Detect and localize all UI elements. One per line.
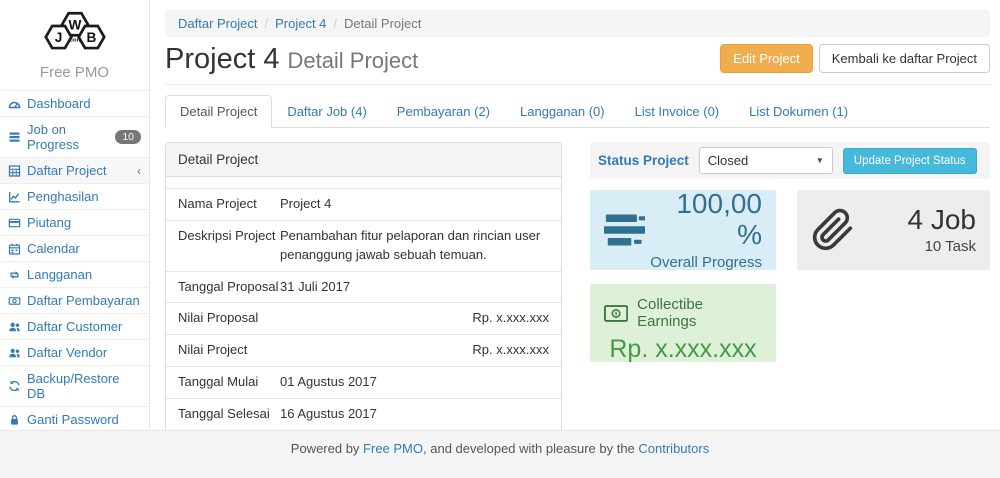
money-icon — [8, 295, 21, 307]
detail-row-tanggal-mulai: Tanggal Mulai 01 Agustus 2017 — [166, 366, 561, 398]
update-project-status-button[interactable]: Update Project Status — [843, 148, 977, 174]
table-icon — [8, 165, 21, 177]
tab-pembayaran[interactable]: Pembayaran (2) — [382, 95, 505, 128]
sidebar-menu: Dashboard Job on Progress 10 Daftar Proj… — [0, 90, 149, 459]
free-pmo-link[interactable]: Free PMO — [363, 441, 423, 456]
sidebar-item-label: Daftar Vendor — [27, 345, 107, 360]
tasks-count-label: 10 Task — [908, 238, 977, 255]
sidebar-item-calendar[interactable]: Calendar — [0, 236, 149, 262]
svg-text:B: B — [86, 30, 96, 45]
jobs-box: 4 Job 10 Task — [797, 190, 990, 270]
detail-row-tanggal-proposal: Tanggal Proposal 31 Juli 2017 — [166, 271, 561, 303]
banknote-icon — [604, 305, 628, 322]
sidebar-item-label: Calendar — [27, 241, 80, 256]
tab-list-invoice[interactable]: List Invoice (0) — [620, 95, 735, 128]
selected-status: Closed — [708, 153, 748, 168]
status-project-bar: Status Project Closed ▼ Update Project S… — [590, 142, 990, 179]
refresh-icon — [8, 380, 21, 392]
sidebar-item-penghasilan[interactable]: Penghasilan — [0, 184, 149, 210]
jwb-logo-icon: W J B .com — [31, 6, 119, 58]
sidebar-item-daftar-customer[interactable]: Daftar Customer — [0, 314, 149, 340]
detail-row-tanggal-selesai: Tanggal Selesai 16 Agustus 2017 — [166, 398, 561, 430]
app-logo[interactable]: W J B .com Free PMO — [0, 0, 149, 81]
breadcrumb: Daftar Project / Project 4 / Detail Proj… — [165, 10, 990, 37]
page-header: Project 4 Detail Project Edit Project Ke… — [165, 43, 990, 85]
job-count-badge: 10 — [115, 130, 141, 145]
chevron-left-icon: ‹ — [137, 165, 141, 177]
detail-row-deskripsi-project: Deskripsi Project Penambahan fitur pelap… — [166, 220, 561, 271]
breadcrumb-separator: / — [333, 16, 337, 31]
sidebar-item-label: Langganan — [27, 267, 92, 282]
tab-langganan[interactable]: Langganan (0) — [505, 95, 620, 128]
back-to-project-list-button[interactable]: Kembali ke daftar Project — [819, 44, 990, 73]
credit-card-icon — [8, 217, 21, 229]
tab-bar: Detail Project Daftar Job (4) Pembayaran… — [165, 95, 990, 128]
edit-project-button[interactable]: Edit Project — [720, 44, 812, 73]
svg-text:J: J — [54, 30, 62, 45]
calendar-icon — [8, 243, 21, 255]
brand-name: Free PMO — [0, 64, 149, 81]
breadcrumb-current: Detail Project — [344, 16, 421, 31]
users-icon — [8, 321, 21, 333]
tab-daftar-job[interactable]: Daftar Job (4) — [272, 95, 381, 128]
collectible-earnings-box: Collectibe Earnings Rp. x.xxx.xxx — [590, 284, 776, 362]
lock-icon — [8, 414, 21, 426]
sidebar-item-daftar-vendor[interactable]: Daftar Vendor — [0, 340, 149, 366]
svg-text:W: W — [68, 17, 81, 32]
earnings-value: Rp. x.xxx.xxx — [604, 335, 762, 364]
sidebar-item-job-on-progress[interactable]: Job on Progress 10 — [0, 117, 149, 158]
svg-text:.com: .com — [68, 38, 82, 44]
sidebar-item-piutang[interactable]: Piutang — [0, 210, 149, 236]
overall-progress-label: Overall Progress — [645, 254, 762, 271]
page-footer: Powered by Free PMO, and developed with … — [0, 430, 1000, 478]
sidebar-item-daftar-project[interactable]: Daftar Project ‹ — [0, 158, 149, 184]
sidebar-item-langganan[interactable]: Langganan — [0, 262, 149, 288]
breadcrumb-link-project-4[interactable]: Project 4 — [275, 16, 326, 31]
page-title: Project 4 — [165, 43, 279, 76]
status-project-select[interactable]: Closed ▼ — [699, 147, 833, 174]
sidebar-item-label: Daftar Project — [27, 163, 106, 178]
detail-project-panel: Detail Project Nama Project Project 4 De… — [165, 142, 562, 478]
panel-title: Detail Project — [166, 143, 561, 177]
page-subtitle: Detail Project — [287, 48, 418, 74]
sidebar-item-backup-restore-db[interactable]: Backup/Restore DB — [0, 366, 149, 407]
earnings-label: Collectibe Earnings — [637, 296, 762, 330]
sidebar-item-label: Job on Progress — [27, 122, 109, 152]
sidebar-item-label: Dashboard — [27, 96, 91, 111]
paperclip-icon — [811, 207, 855, 253]
breadcrumb-link-daftar-project[interactable]: Daftar Project — [178, 16, 257, 31]
detail-row-nilai-project: Nilai Project Rp. x.xxx.xxx — [166, 334, 561, 366]
overall-progress-value: 100,00 % — [645, 189, 762, 251]
sidebar-item-label: Daftar Customer — [27, 319, 122, 334]
sidebar: W J B .com Free PMO Dashboard Job on Pro… — [0, 0, 150, 430]
sidebar-item-label: Ganti Password — [27, 412, 119, 427]
tab-list-dokumen[interactable]: List Dokumen (1) — [734, 95, 863, 128]
line-chart-icon — [8, 191, 21, 203]
tasks-icon — [604, 214, 645, 247]
detail-row-nama-project: Nama Project Project 4 — [166, 188, 561, 220]
detail-row-nilai-proposal: Nilai Proposal Rp. x.xxx.xxx — [166, 302, 561, 334]
sidebar-item-label: Piutang — [27, 215, 71, 230]
overall-progress-box: 100,00 % Overall Progress — [590, 190, 776, 270]
footer-text-middle: , and developed with pleasure by the — [423, 441, 638, 456]
main-content: Daftar Project / Project 4 / Detail Proj… — [151, 0, 1000, 430]
tasks-icon — [8, 131, 21, 143]
users-icon — [8, 347, 21, 359]
sidebar-item-label: Penghasilan — [27, 189, 99, 204]
contributors-link[interactable]: Contributors — [638, 441, 709, 456]
dashboard-icon — [8, 98, 21, 110]
jobs-value: 4 Job — [908, 205, 977, 236]
breadcrumb-separator: / — [264, 16, 268, 31]
sidebar-item-label: Backup/Restore DB — [27, 371, 141, 401]
caret-down-icon: ▼ — [816, 156, 824, 165]
retweet-icon — [8, 269, 21, 281]
status-project-label: Status Project — [598, 153, 689, 168]
footer-text-prefix: Powered by — [291, 441, 363, 456]
sidebar-item-daftar-pembayaran[interactable]: Daftar Pembayaran — [0, 288, 149, 314]
tab-detail-project[interactable]: Detail Project — [165, 95, 272, 128]
sidebar-item-label: Daftar Pembayaran — [27, 293, 140, 308]
sidebar-item-dashboard[interactable]: Dashboard — [0, 91, 149, 117]
